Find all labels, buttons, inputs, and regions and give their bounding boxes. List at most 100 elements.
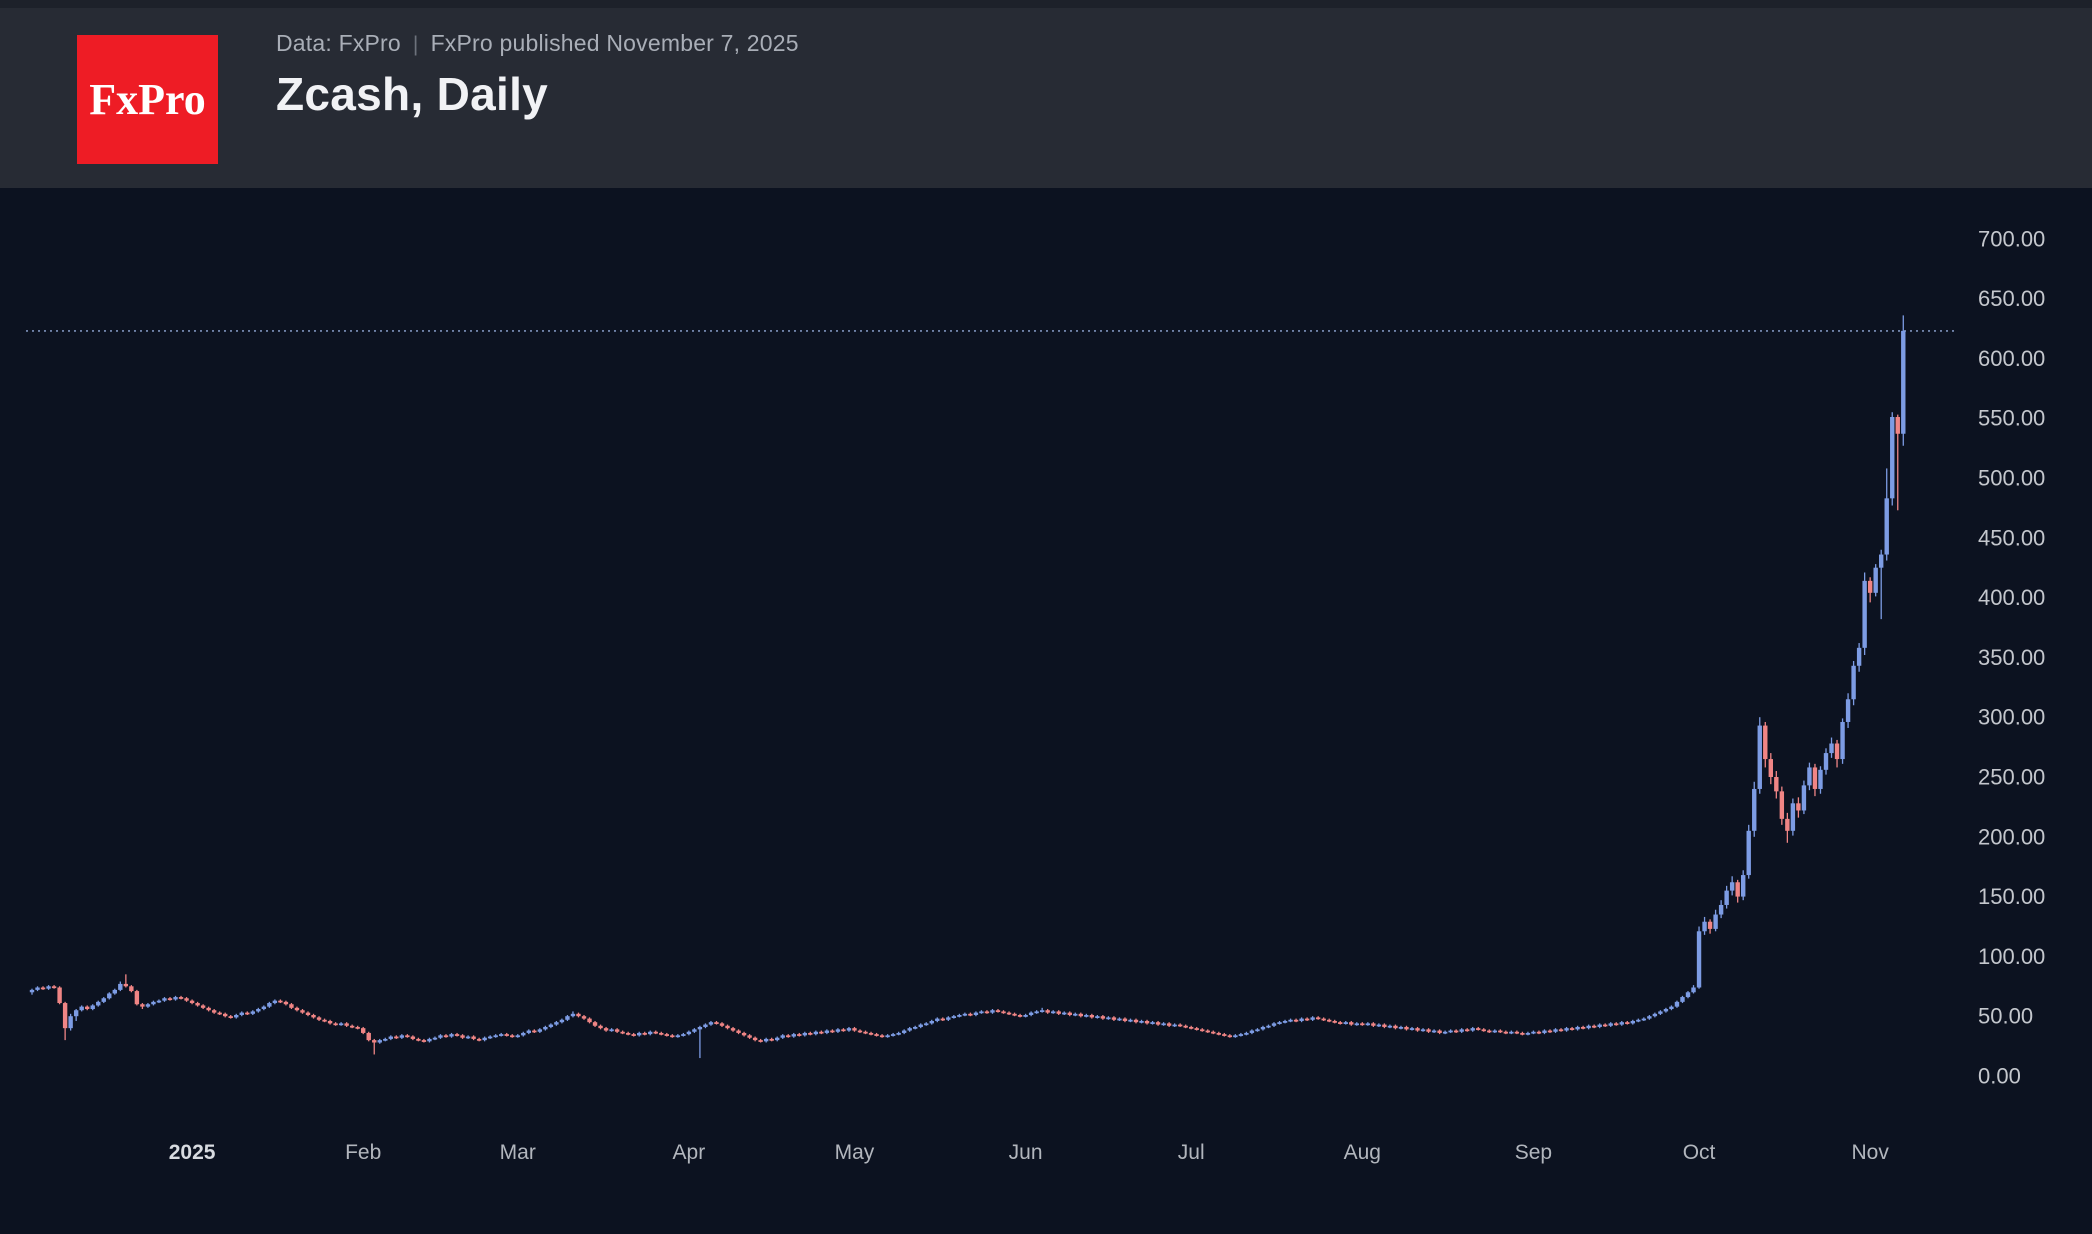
candle-body-down <box>416 1039 420 1041</box>
candle-body-up <box>775 1038 779 1040</box>
candle-body-up <box>1255 1029 1259 1031</box>
candle-body-down <box>1813 767 1817 789</box>
candle-body-up <box>913 1027 917 1029</box>
y-axis-label: 150.00 <box>1978 884 2045 909</box>
candle-body-up <box>96 1002 100 1006</box>
candle-body-down <box>1206 1031 1210 1033</box>
candle-body-up <box>1686 992 1690 997</box>
candle-body-down <box>333 1023 337 1025</box>
candle-body-up <box>1084 1015 1088 1017</box>
candle-body-up <box>1272 1023 1276 1025</box>
candle-body-up <box>1493 1031 1497 1033</box>
candle-body-up <box>1432 1031 1436 1033</box>
candle-body-up <box>885 1035 889 1037</box>
candle-body-up <box>565 1016 569 1020</box>
candle-body-down <box>769 1039 773 1041</box>
candle-body-up <box>781 1035 785 1037</box>
candle-body-down <box>1349 1022 1353 1024</box>
candle-body-down <box>1134 1020 1138 1022</box>
candle-body-up <box>256 1009 260 1011</box>
candle-body-up <box>1542 1031 1546 1033</box>
candle-body-down <box>322 1020 326 1022</box>
candle-body-up <box>102 998 106 1002</box>
candle-body-down <box>201 1005 205 1007</box>
candle-body-up <box>1299 1019 1303 1021</box>
candle-body-up <box>1443 1032 1447 1034</box>
candle-body-down <box>731 1028 735 1030</box>
y-axis-label: 200.00 <box>1978 824 2045 849</box>
candle-body-down <box>460 1035 464 1037</box>
candle-body-down <box>195 1003 199 1005</box>
y-axis-label: 550.00 <box>1978 406 2045 431</box>
fxpro-logo-text: FxPro <box>89 74 206 125</box>
candle-body-down <box>714 1022 718 1024</box>
candle-body-up <box>1564 1028 1568 1030</box>
candle-body-up <box>389 1037 393 1039</box>
candle-body-down <box>350 1026 354 1028</box>
candle-body-up <box>488 1037 492 1039</box>
candle-body-up <box>930 1021 934 1023</box>
candle-body-up <box>1691 987 1695 992</box>
candle-body-up <box>1233 1035 1237 1037</box>
candle-body-up <box>1675 1002 1679 1007</box>
candle-body-up <box>1846 699 1850 722</box>
candle-body-up <box>262 1007 266 1009</box>
candle-body-up <box>1034 1011 1038 1013</box>
candle-body-down <box>1780 791 1784 819</box>
candle-body-down <box>1371 1023 1375 1025</box>
candle-body-down <box>1896 417 1900 434</box>
candle-body-down <box>223 1014 227 1016</box>
candle-body-up <box>1161 1023 1165 1025</box>
candle-body-down <box>852 1028 856 1030</box>
candle-body-down <box>295 1008 299 1010</box>
candle-body-up <box>919 1025 923 1027</box>
candle-body-down <box>212 1010 216 1012</box>
candle-body-up <box>267 1003 271 1007</box>
candle-body-up <box>1051 1011 1055 1013</box>
source-line: Data: FxPro|FxPro published November 7, … <box>276 30 799 57</box>
candle-body-up <box>637 1033 641 1035</box>
candle-body-up <box>74 1010 78 1016</box>
candle-body-up <box>1366 1023 1370 1025</box>
y-axis-label: 300.00 <box>1978 705 2045 730</box>
candle-body-down <box>505 1034 509 1036</box>
candle-body-down <box>1476 1028 1480 1030</box>
candle-body-up <box>162 998 166 1000</box>
candle-body-up <box>1040 1010 1044 1012</box>
candle-body-up <box>698 1027 702 1029</box>
candle-body-down <box>996 1010 1000 1012</box>
candle-body-down <box>63 1003 67 1028</box>
candle-body-down <box>140 1004 144 1006</box>
candle-body-up <box>1586 1026 1590 1028</box>
candle-body-down <box>361 1028 365 1033</box>
candle-body-up <box>681 1034 685 1036</box>
candle-body-up <box>79 1007 83 1011</box>
candle-body-up <box>91 1005 95 1009</box>
candle-body-up <box>30 990 34 992</box>
candle-body-up <box>1139 1021 1143 1023</box>
candle-body-up <box>1448 1031 1452 1033</box>
x-axis-label: Sep <box>1515 1141 1552 1164</box>
candle-body-up <box>1620 1022 1624 1024</box>
candle-body-down <box>758 1040 762 1042</box>
candle-body-up <box>1647 1016 1651 1018</box>
candle-body-down <box>1057 1011 1061 1013</box>
candle-body-down <box>1868 581 1872 593</box>
candle-body-down <box>190 1001 194 1003</box>
candle-body-down <box>1415 1028 1419 1030</box>
candle-body-up <box>46 986 50 988</box>
candle-body-down <box>1001 1011 1005 1013</box>
candle-body-down <box>1101 1016 1105 1018</box>
candle-body-up <box>543 1027 547 1029</box>
candle-body-down <box>1520 1033 1524 1035</box>
candle-body-down <box>1774 777 1778 791</box>
candle-body-up <box>1421 1029 1425 1031</box>
candle-body-up <box>1244 1033 1248 1035</box>
candle-body-up <box>836 1029 840 1031</box>
candle-body-down <box>455 1034 459 1036</box>
candle-body-up <box>400 1035 404 1037</box>
page: FxPro Data: FxPro|FxPro published Novemb… <box>0 0 2092 1234</box>
candle-body-down <box>129 986 133 991</box>
candle-body-down <box>532 1031 536 1033</box>
candle-body-up <box>946 1017 950 1019</box>
